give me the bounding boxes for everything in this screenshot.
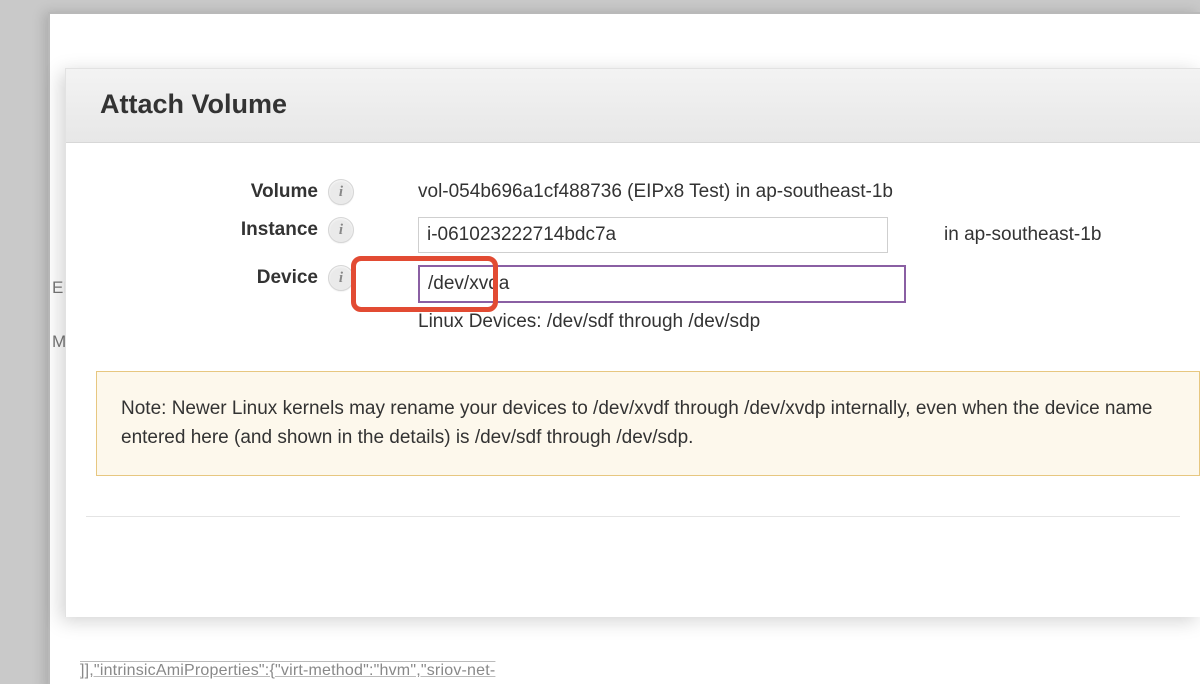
dialog-title: Attach Volume (100, 89, 1166, 120)
note-box: Note: Newer Linux kernels may rename you… (96, 371, 1200, 476)
label-volume-text: Volume (251, 181, 318, 203)
info-icon[interactable]: i (328, 217, 354, 243)
note-text: Note: Newer Linux kernels may rename you… (121, 398, 1152, 448)
instance-suffix: in ap-southeast-1b (944, 224, 1101, 246)
instance-input[interactable] (418, 217, 888, 253)
dialog-header: Attach Volume (66, 69, 1200, 143)
value-volume: vol-054b696a1cf488736 (EIPx8 Test) in ap… (366, 179, 893, 203)
row-instance: Instance i in ap-southeast-1b (66, 211, 1200, 259)
label-instance-text: Instance (241, 219, 318, 241)
label-device-text: Device (257, 267, 318, 289)
row-device: Device i (66, 259, 1200, 309)
volume-value-text: vol-054b696a1cf488736 (EIPx8 Test) in ap… (418, 179, 893, 203)
label-volume: Volume i (66, 179, 366, 205)
label-device: Device i (66, 265, 366, 291)
device-hint: Linux Devices: /dev/sdf through /dev/sdp (66, 311, 1200, 333)
value-device (366, 265, 906, 303)
background-code-fragment: ]],"intrinsicAmiProperties":{"virt-metho… (80, 662, 495, 680)
info-icon[interactable]: i (328, 179, 354, 205)
label-instance: Instance i (66, 217, 366, 243)
row-volume: Volume i vol-054b696a1cf488736 (EIPx8 Te… (66, 173, 1200, 211)
value-instance: in ap-southeast-1b (366, 217, 1101, 253)
info-icon[interactable]: i (328, 265, 354, 291)
device-input[interactable] (418, 265, 906, 303)
attach-volume-dialog: Attach Volume Volume i vol-054b696a1cf48… (65, 68, 1200, 617)
spacer (66, 517, 1200, 617)
dialog-body: Volume i vol-054b696a1cf488736 (EIPx8 Te… (66, 143, 1200, 617)
